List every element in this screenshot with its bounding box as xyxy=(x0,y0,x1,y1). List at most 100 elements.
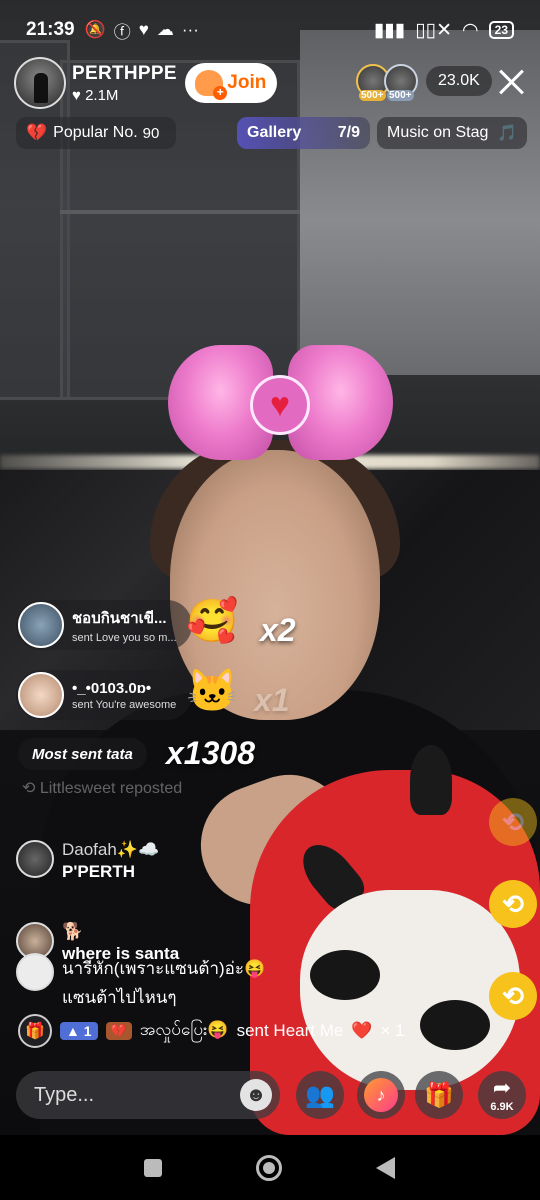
most-sent-combo: x1308 xyxy=(166,735,255,771)
pink-bow-filter: ♥ xyxy=(168,335,393,470)
comment-username[interactable]: Daofah✨☁️ xyxy=(62,840,159,860)
signal-icon: ▮▮▮ xyxy=(373,19,406,41)
popular-rank-pill[interactable]: 💔 Popular No. 90 xyxy=(16,117,176,149)
repost-button[interactable]: ⟲ xyxy=(489,880,537,928)
host-likes: ♥ 2.1M xyxy=(72,87,177,104)
music-discount-icon: ♪ xyxy=(364,1078,398,1112)
music-label: Music on Stag xyxy=(387,124,489,141)
host-info[interactable]: PERTHPPE ♥ 2.1M xyxy=(72,63,177,104)
gift-box-icon[interactable]: 🎁 xyxy=(18,1014,52,1048)
repost-icon: ⟲ xyxy=(502,980,524,1011)
join-label: Join xyxy=(227,72,267,93)
gifter-name: •_•0103.0ɒ• xyxy=(72,679,152,697)
repost-text: Littlesweet reposted xyxy=(39,780,183,797)
status-time: 21:39 xyxy=(26,19,75,40)
viewer-badge: 500+ xyxy=(387,90,414,101)
heart-icon: ♥ xyxy=(72,86,86,104)
broken-heart-icon: 💔 xyxy=(26,123,48,142)
cat-gift-icon: 🐱 xyxy=(186,667,239,714)
commenter-avatar[interactable] xyxy=(16,840,54,878)
comment-username[interactable]: 🐕 xyxy=(62,922,179,942)
gift-combo[interactable]: •_•0103.0ɒ• sent You're awesome xyxy=(16,670,192,720)
bottom-bar: ☻ 👥 ♪ 🎁 ➦ 6.9K xyxy=(0,1065,540,1125)
gift-combo[interactable]: ชอบกินชาเขี... sent Love you so m... xyxy=(16,600,192,650)
multi-guest-icon: 👥 xyxy=(305,1081,335,1109)
popular-rank: 90 xyxy=(142,124,160,142)
gift-message: sent You're awesome xyxy=(72,698,177,711)
gifter-avatar[interactable] xyxy=(18,672,64,718)
gift-notification: 🎁 ▲ 1 💔 အလှုပ်ပြေး😝 sent Heart Me ❤️ × 1 xyxy=(18,1014,405,1048)
top-viewer-avatar[interactable]: 500+ xyxy=(384,64,418,101)
comment-item[interactable]: นารีหัก(เพราะแซนต้า)อ่ะ😝 แซนต้าไปไหนๆ xyxy=(16,953,265,1011)
viewer-badge: 500+ xyxy=(359,90,386,101)
plush-eye xyxy=(420,1000,490,1050)
gift-combo-count: x1 xyxy=(254,682,290,718)
gift-combo-count: x2 xyxy=(260,612,296,648)
comment-body: นารีหัก(เพราะแซนต้า)อ่ะ😝 แซนต้าไปไหนๆ xyxy=(62,953,265,1011)
heart-icon: ♥ xyxy=(138,20,149,39)
repost-icon: ⟲ xyxy=(22,780,40,797)
comment-text: แซนต้าไปไหนๆ xyxy=(62,988,177,1007)
gallery-label: Gallery xyxy=(247,124,302,141)
gift-sender[interactable]: အလှုပ်ပြေး😝 xyxy=(140,1019,229,1044)
join-button[interactable]: Join xyxy=(184,63,277,103)
top-viewers[interactable]: 500+ 500+ 23.0K xyxy=(356,64,492,101)
repost-notice: ⟲ Littlesweet reposted xyxy=(22,778,182,798)
host-likes-count: 2.1M xyxy=(85,86,119,104)
gift-count: × 1 xyxy=(380,1021,405,1040)
recents-icon[interactable] xyxy=(144,1159,162,1177)
bell-off-icon: 🔕 xyxy=(84,20,106,39)
fan-badge: 💔 xyxy=(105,1022,132,1040)
level-value: 1 xyxy=(83,1023,92,1039)
commenter-avatar[interactable] xyxy=(16,953,54,991)
wifi-icon: ◠ xyxy=(462,19,479,41)
gallery-count: 7/9 xyxy=(337,124,360,141)
back-icon[interactable] xyxy=(376,1157,395,1179)
gift-button[interactable]: 🎁 xyxy=(415,1071,463,1119)
fan-club-icon xyxy=(195,70,228,100)
most-sent-label: Most sent tata xyxy=(32,745,133,763)
heart-hug-gift-icon: 🥰 xyxy=(186,597,239,644)
gifter-name: ชอบกินชาเขี... xyxy=(72,610,167,627)
facebook-icon: ⓕ xyxy=(113,22,131,42)
share-count: 6.9K xyxy=(490,1101,514,1113)
level-badge: ▲ 1 xyxy=(60,1022,98,1040)
notification-icons: 🔕 ⓕ ♥ ☁ ··· xyxy=(85,18,199,43)
level-icon: ▲ xyxy=(66,1023,84,1039)
popular-label: Popular No. xyxy=(53,124,138,141)
share-button[interactable]: ➦ 6.9K xyxy=(478,1071,526,1119)
share-arrow-icon: ➦ xyxy=(492,1075,512,1100)
gift-text: •_•0103.0ɒ• sent You're awesome xyxy=(72,680,182,711)
viewer-count[interactable]: 23.0K xyxy=(426,66,492,96)
comment-item[interactable]: Daofah✨☁️ P'PERTH xyxy=(16,840,159,882)
more-icon: ··· xyxy=(181,20,199,39)
close-icon[interactable] xyxy=(498,68,526,96)
repost-button[interactable]: ⟲ xyxy=(489,798,537,846)
emoji-icon[interactable]: ☻ xyxy=(240,1079,272,1111)
repost-icon: ⟲ xyxy=(502,888,524,919)
music-on-stage-pill[interactable]: Music on Stag 🎵 xyxy=(377,117,527,149)
gift-icon: 🎁 xyxy=(424,1081,454,1109)
heart-icon: ♥ xyxy=(269,386,291,424)
battery-icon: 23 xyxy=(488,21,514,39)
repost-icon: ⟲ xyxy=(502,806,524,837)
home-icon[interactable] xyxy=(256,1155,282,1181)
repost-button[interactable]: ⟲ xyxy=(489,972,537,1020)
gifter-avatar[interactable] xyxy=(18,602,64,648)
tiktok-music-button[interactable]: ♪ xyxy=(357,1071,405,1119)
bow-knot: ♥ xyxy=(250,375,310,435)
most-sent-banner: Most sent tata xyxy=(18,738,147,770)
gallery-pill[interactable]: Gallery 7/9 xyxy=(237,117,370,149)
host-name: PERTHPPE xyxy=(72,62,177,84)
comment-text: นารีหัก(เพราะแซนต้า)อ่ะ😝 xyxy=(62,959,266,978)
host-bar[interactable]: PERTHPPE ♥ 2.1M Join xyxy=(14,55,277,111)
multi-guest-button[interactable]: 👥 xyxy=(296,1071,344,1119)
status-right: ▮▮▮ ▯▯✕ ◠ 23 xyxy=(374,19,514,42)
android-nav-bar xyxy=(0,1135,540,1200)
heart-me-gift-icon: ❤️ xyxy=(351,1021,373,1040)
cabinet-shelf xyxy=(60,210,300,214)
gift-text: ชอบกินชาเขี... sent Love you so m... xyxy=(72,606,182,644)
gift-text: sent Heart Me xyxy=(236,1021,344,1040)
signal-off-icon: ▯▯✕ xyxy=(415,19,453,41)
host-avatar[interactable] xyxy=(14,57,66,109)
